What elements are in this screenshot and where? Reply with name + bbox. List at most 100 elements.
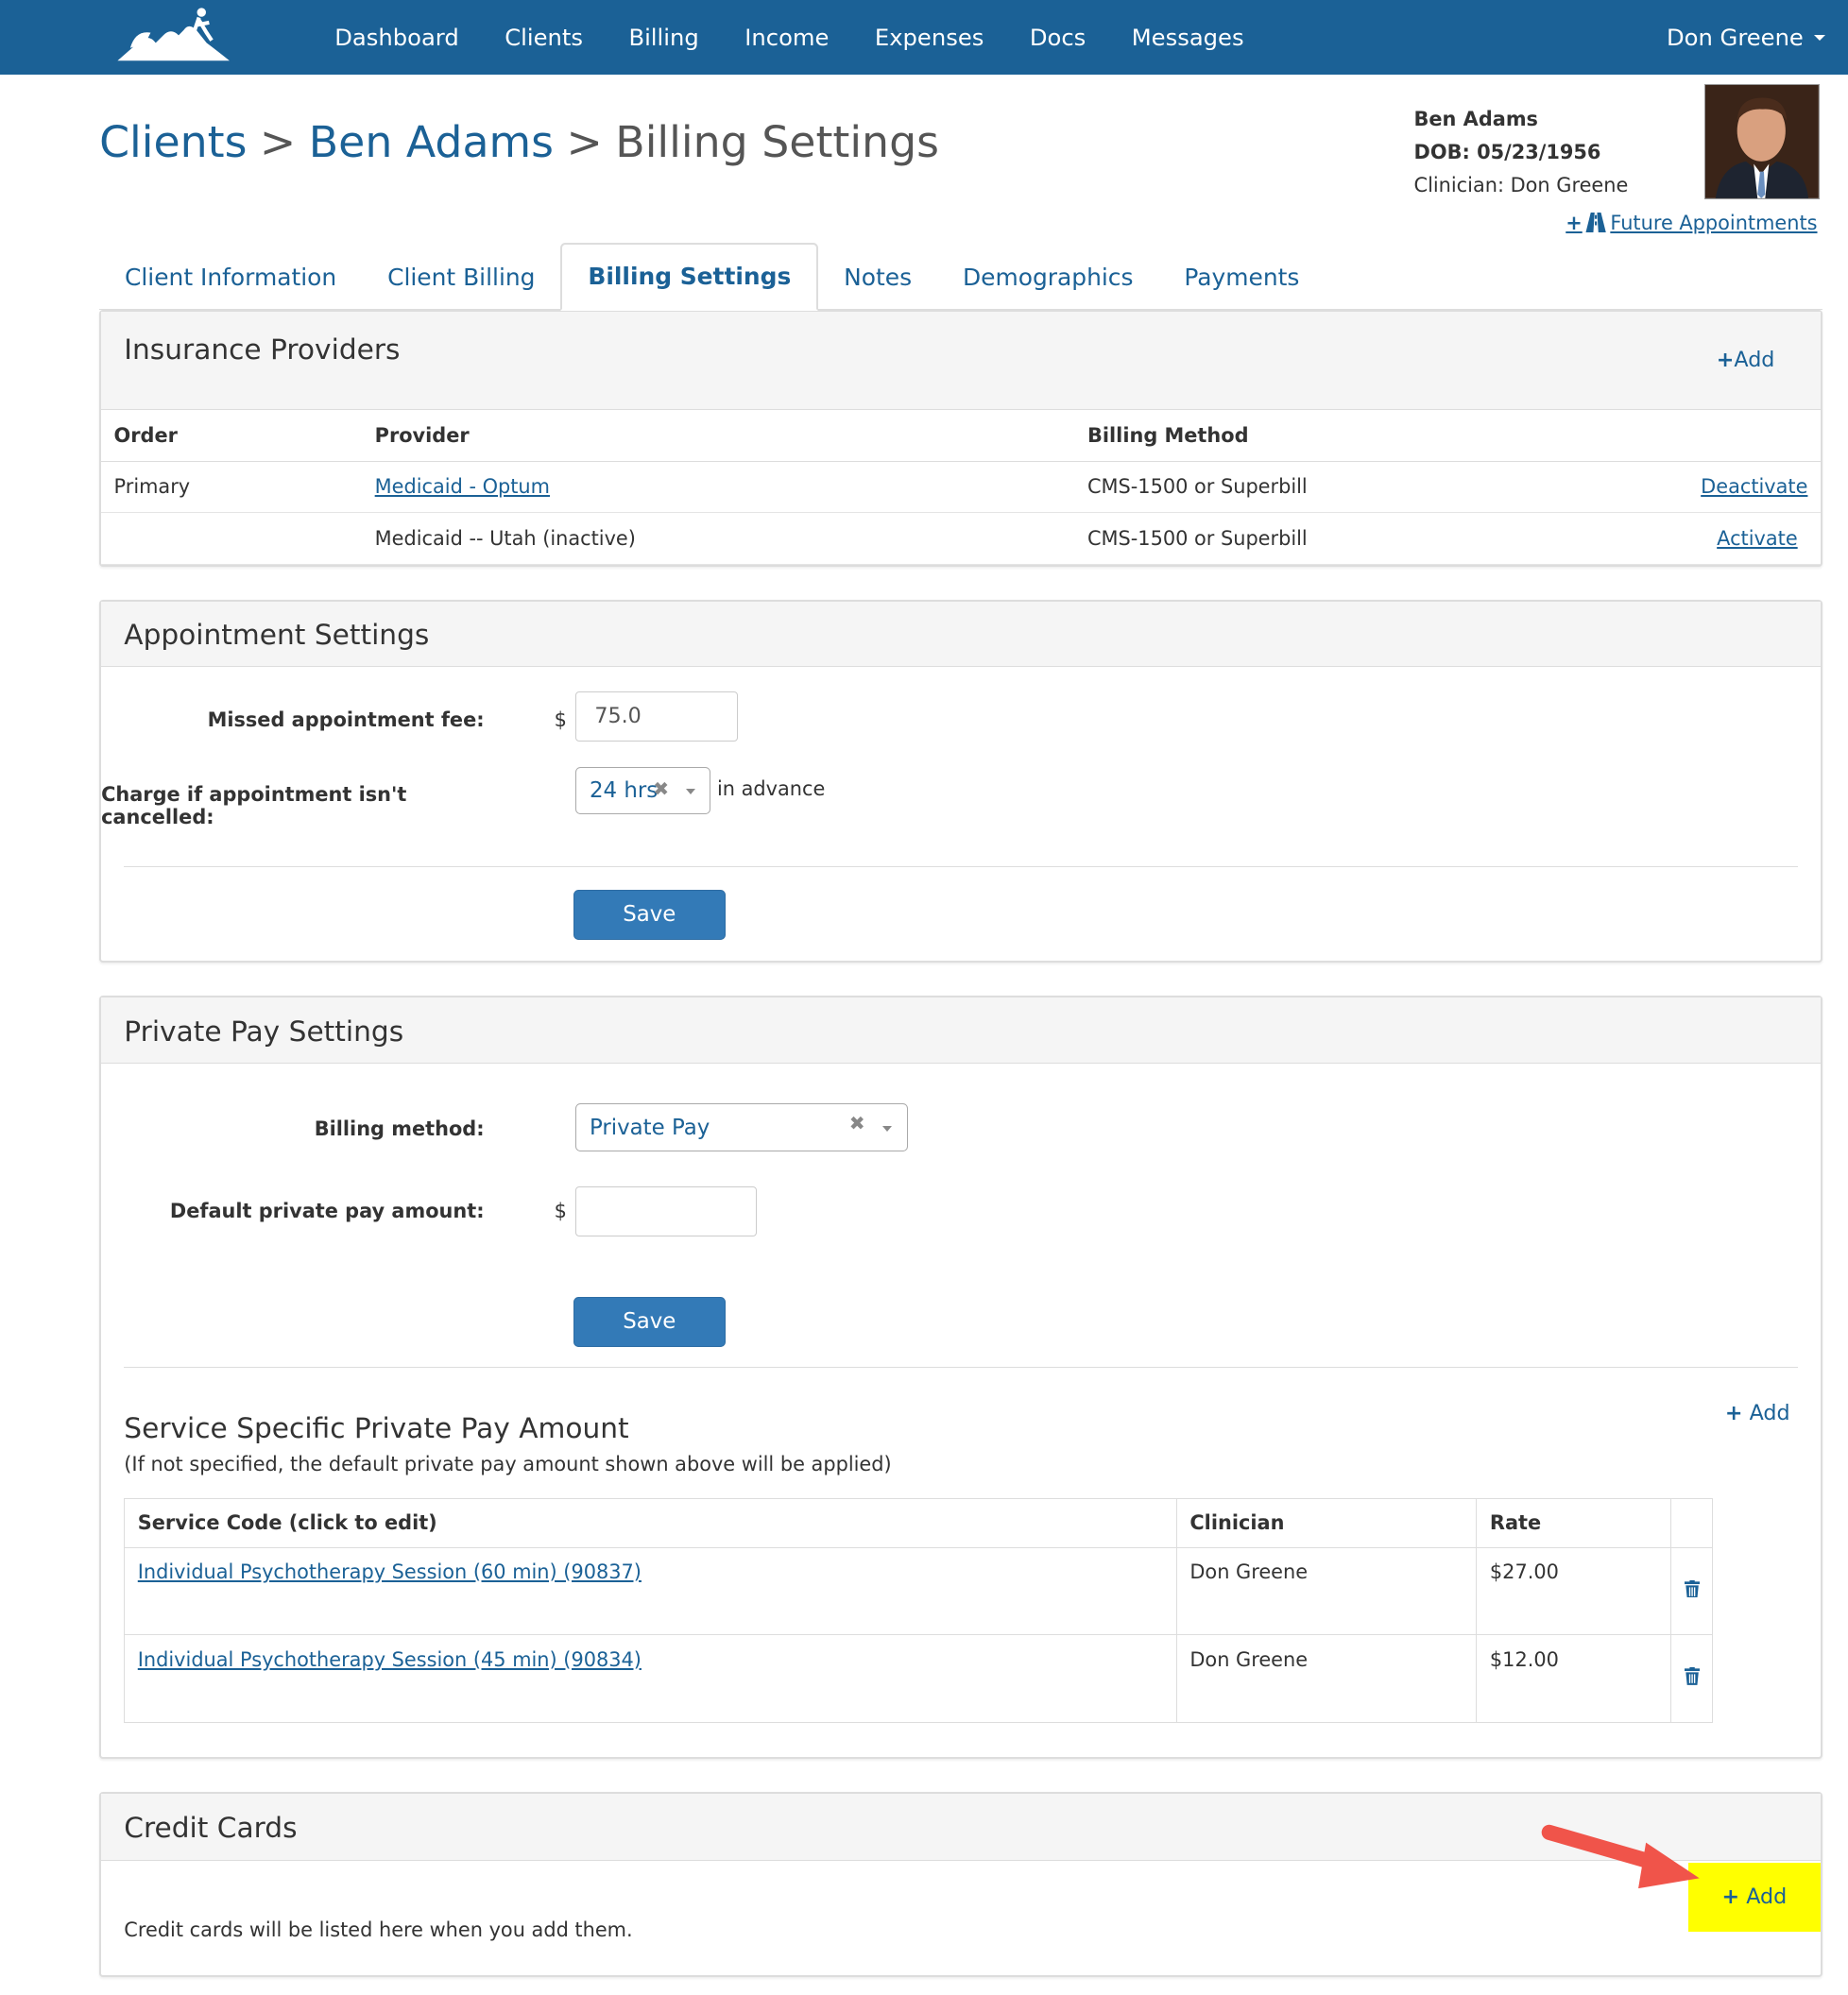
breadcrumb: Clients > Ben Adams > Billing Settings bbox=[99, 116, 939, 167]
divider bbox=[124, 1366, 1798, 1368]
insurance-method: CMS-1500 or Superbill bbox=[1074, 461, 1560, 514]
divider bbox=[124, 866, 1798, 868]
tab-demographics[interactable]: Demographics bbox=[937, 246, 1158, 309]
cancel-charge-label: Charge if appointment isn't cancelled: bbox=[101, 782, 407, 828]
service-code-link[interactable]: Individual Psychotherapy Session (45 min… bbox=[138, 1648, 642, 1671]
table-row: Individual Psychotherapy Session (60 min… bbox=[124, 1546, 1714, 1636]
breadcrumb-client-name[interactable]: Ben Adams bbox=[309, 116, 554, 167]
caret-down-icon bbox=[686, 788, 696, 795]
insurance-method: CMS-1500 or Superbill bbox=[1074, 512, 1560, 566]
private-pay-heading: Private Pay Settings bbox=[101, 998, 1821, 1064]
plus-icon: + bbox=[1716, 348, 1735, 372]
panel-title: Credit Cards bbox=[124, 1811, 298, 1845]
insurance-provider-link[interactable]: Medicaid - Optum bbox=[375, 475, 550, 498]
insurance-action-cell: Activate bbox=[1559, 512, 1821, 566]
user-name: Don Greene bbox=[1666, 24, 1804, 52]
table-header-row: Service Code (click to edit) Clinician R… bbox=[124, 1497, 1714, 1548]
column-header: Order bbox=[101, 409, 363, 462]
table-header-row: Order Provider Billing Method bbox=[101, 409, 1821, 462]
activate-link[interactable]: Activate bbox=[1717, 527, 1798, 550]
missed-fee-label: Missed appointment fee: bbox=[207, 708, 485, 732]
add-credit-card-label: + Add bbox=[1722, 1884, 1788, 1909]
add-service-rate-button[interactable]: + Add bbox=[1725, 1401, 1790, 1425]
future-appointments-link[interactable]: + Future Appointments bbox=[1566, 212, 1817, 234]
service-section-note: (If not specified, the default private p… bbox=[124, 1453, 892, 1476]
save-private-pay-button[interactable]: Save bbox=[573, 1296, 726, 1347]
table-row: Individual Psychotherapy Session (45 min… bbox=[124, 1634, 1714, 1723]
avatar bbox=[1703, 83, 1820, 199]
nav-dashboard[interactable]: Dashboard bbox=[312, 24, 482, 51]
logo-icon bbox=[116, 8, 230, 61]
future-appointments-label: Future Appointments bbox=[1610, 211, 1818, 234]
nav-docs[interactable]: Docs bbox=[1007, 24, 1109, 51]
insurance-provider-cell: Medicaid - Optum bbox=[362, 461, 1075, 514]
trash-icon[interactable] bbox=[1684, 1579, 1700, 1598]
breadcrumb-separator: > bbox=[566, 115, 603, 167]
service-code-cell: Individual Psychotherapy Session (45 min… bbox=[124, 1634, 1177, 1723]
caret-down-icon bbox=[1813, 34, 1825, 42]
nav-messages[interactable]: Messages bbox=[1109, 24, 1267, 51]
missed-fee-input[interactable]: 75.0 bbox=[575, 691, 738, 742]
tab-client-billing[interactable]: Client Billing bbox=[362, 246, 560, 309]
clear-icon[interactable]: ✖ bbox=[653, 766, 669, 811]
deactivate-link[interactable]: Deactivate bbox=[1701, 475, 1807, 498]
private-pay-settings-panel: Private Pay Settings Billing method: Pri… bbox=[99, 996, 1822, 1760]
client-tabs: Client Information Client Billing Billin… bbox=[99, 243, 1822, 311]
tab-billing-settings[interactable]: Billing Settings bbox=[560, 243, 819, 311]
insurance-order bbox=[101, 512, 363, 566]
credit-cards-panel: Credit Cards Credit cards will be listed… bbox=[99, 1792, 1822, 1977]
service-rate: $12.00 bbox=[1476, 1634, 1672, 1723]
default-amount-label: Default private pay amount: bbox=[169, 1200, 485, 1223]
caret-down-icon bbox=[881, 1125, 892, 1133]
trash-icon[interactable] bbox=[1684, 1667, 1700, 1686]
private-pay-form: Billing method: Private Pay ✖ Default pr… bbox=[101, 1066, 1821, 1758]
plus-icon: + bbox=[1724, 1401, 1743, 1426]
client-clinician: Clinician: Don Greene bbox=[1413, 174, 1629, 197]
top-navbar: Dashboard Clients Billing Income Expense… bbox=[0, 0, 1848, 76]
callout-arrow-icon bbox=[1541, 1824, 1700, 1888]
cancel-window-value: 24 hrs bbox=[589, 778, 659, 804]
currency-symbol: $ bbox=[554, 708, 567, 732]
delete-cell bbox=[1670, 1546, 1714, 1636]
add-insurance-button[interactable]: +Add bbox=[1717, 348, 1775, 372]
tab-client-information[interactable]: Client Information bbox=[99, 246, 362, 309]
column-header: Billing Method bbox=[1074, 409, 1560, 462]
page-header: Clients > Ben Adams > Billing Settings Ben A… bbox=[0, 75, 1848, 243]
default-amount-input[interactable] bbox=[575, 1185, 757, 1237]
service-section-title: Service Specific Private Pay Amount bbox=[124, 1410, 629, 1444]
column-header bbox=[1670, 1497, 1714, 1548]
insurance-order: Primary bbox=[101, 461, 363, 514]
appointment-settings-heading: Appointment Settings bbox=[101, 602, 1821, 667]
nav-clients[interactable]: Clients bbox=[482, 24, 606, 51]
column-header: Service Code (click to edit) bbox=[124, 1497, 1177, 1548]
delete-cell bbox=[1670, 1634, 1714, 1723]
billing-method-value: Private Pay bbox=[589, 1115, 710, 1140]
appointment-settings-panel: Appointment Settings Missed appointment … bbox=[99, 600, 1822, 963]
breadcrumb-clients[interactable]: Clients bbox=[99, 116, 247, 167]
nav-billing[interactable]: Billing bbox=[606, 24, 722, 51]
insurance-providers-panel: Insurance Providers +Add Order Provider … bbox=[99, 310, 1822, 568]
client-summary: Ben Adams DOB: 05/23/1956 Clinician: Don… bbox=[1414, 103, 1629, 202]
clear-icon[interactable]: ✖ bbox=[849, 1100, 865, 1148]
client-photo bbox=[1704, 84, 1819, 198]
brand-logo[interactable] bbox=[112, 5, 234, 66]
currency-symbol: $ bbox=[554, 1200, 567, 1223]
insurance-provider: Medicaid -- Utah (inactive) bbox=[362, 512, 1075, 566]
service-rate: $27.00 bbox=[1476, 1546, 1672, 1636]
cancel-window-select[interactable]: 24 hrs ✖ bbox=[575, 766, 711, 815]
service-rates-table: Service Code (click to edit) Clinician R… bbox=[124, 1497, 1714, 1723]
tab-payments[interactable]: Payments bbox=[1158, 246, 1325, 309]
nav-income[interactable]: Income bbox=[722, 24, 852, 51]
main-nav: Dashboard Clients Billing Income Expense… bbox=[312, 0, 1267, 75]
column-header bbox=[1559, 409, 1821, 462]
breadcrumb-separator: > bbox=[259, 115, 297, 167]
tab-notes[interactable]: Notes bbox=[818, 246, 937, 309]
save-appointment-button[interactable]: Save bbox=[573, 889, 726, 940]
panel-title: Private Pay Settings bbox=[124, 1015, 404, 1049]
service-code-link[interactable]: Individual Psychotherapy Session (60 min… bbox=[138, 1560, 642, 1583]
user-menu[interactable]: Don Greene bbox=[1667, 0, 1825, 75]
client-dob: DOB: 05/23/1956 bbox=[1413, 141, 1601, 164]
add-label: Add bbox=[1749, 1401, 1790, 1426]
nav-expenses[interactable]: Expenses bbox=[852, 24, 1007, 51]
billing-method-select[interactable]: Private Pay ✖ bbox=[575, 1100, 909, 1152]
